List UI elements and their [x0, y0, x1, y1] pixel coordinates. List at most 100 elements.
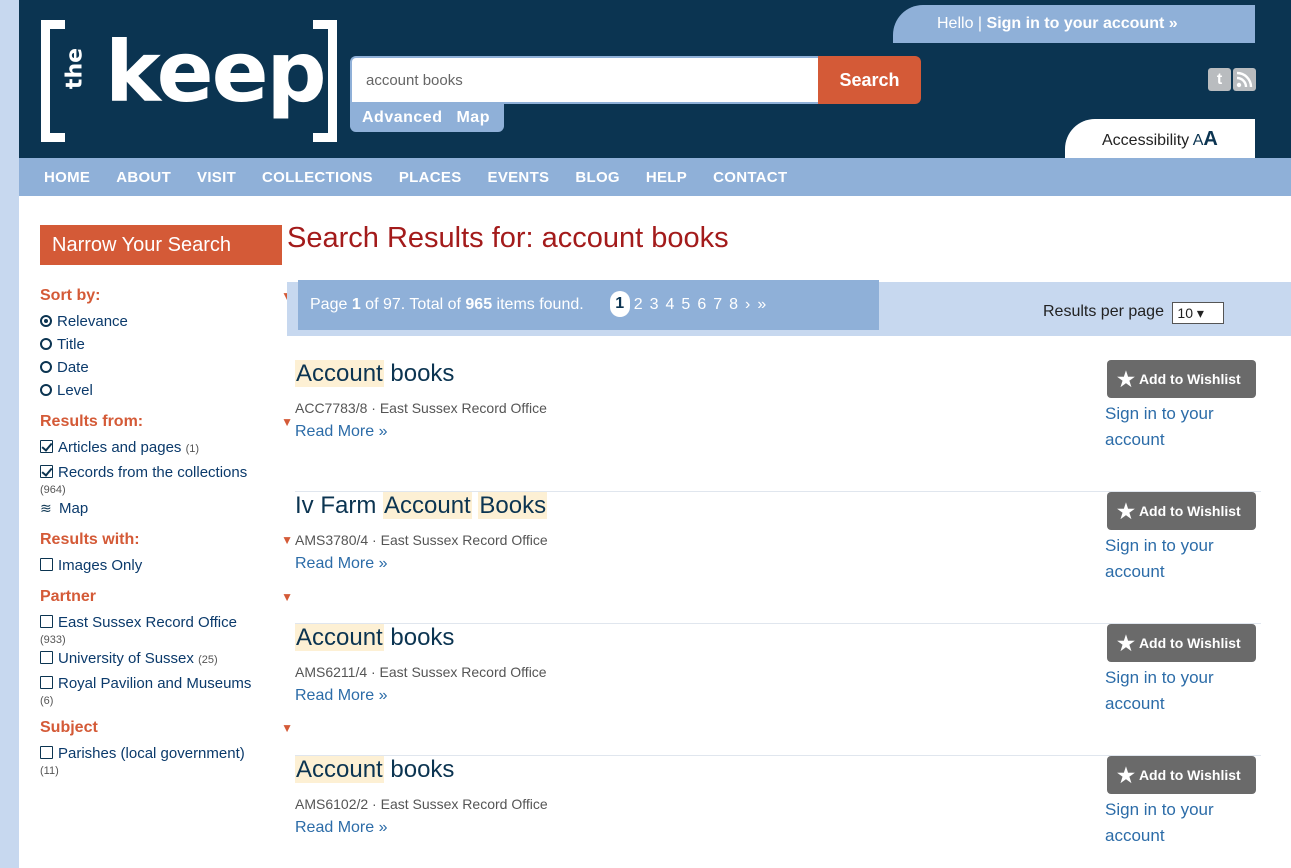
result-title[interactable]: Iv Farm Account Books [295, 492, 548, 520]
results-from-label: Results from: [40, 413, 144, 430]
option-label: Title [57, 336, 85, 353]
option-label: Royal Pavilion and Museums [58, 675, 252, 692]
radio-icon[interactable] [40, 361, 52, 373]
nav-home[interactable]: HOME [44, 169, 90, 186]
filter-map[interactable]: ≋ Map [40, 497, 285, 520]
title-highlight: Books [478, 492, 548, 519]
collapse-arrow-icon[interactable]: ▼ [281, 583, 293, 611]
read-more-link[interactable]: Read More » [295, 555, 388, 573]
sign-in-link[interactable]: Sign in to your account [1105, 401, 1255, 453]
logo-keep-text: keep [105, 23, 327, 121]
text-size-large[interactable]: A [1203, 128, 1217, 150]
read-more-link[interactable]: Read More » [295, 819, 388, 837]
filter-partner-east-sussex[interactable]: East Sussex Record Office (933) [40, 611, 285, 647]
filter-subject-parishes[interactable]: Parishes (local government) (11) [40, 742, 285, 778]
page-6-link[interactable]: 6 [697, 296, 706, 313]
nav-visit[interactable]: VISIT [197, 169, 236, 186]
subject-label: Subject [40, 719, 98, 736]
sort-option-title[interactable]: Title [40, 333, 285, 356]
accessibility-control: Accessibility AA [1065, 119, 1255, 158]
nav-events[interactable]: EVENTS [488, 169, 550, 186]
site-header: the keep Search Advanced Map Hello | Sig… [19, 0, 1291, 158]
page-current[interactable]: 1 [609, 291, 630, 317]
result-title[interactable]: Account books [295, 360, 454, 388]
option-label: Articles and pages [58, 439, 182, 456]
results-from-heading[interactable]: Results from: ▼ [40, 408, 293, 436]
pager-page: 1 [351, 296, 361, 313]
option-label: Records from the collections [58, 464, 248, 481]
add-to-wishlist-button[interactable]: ★ Add to Wishlist [1107, 492, 1256, 530]
layers-icon: ≋ [40, 500, 52, 516]
filter-partner-university-sussex[interactable]: University of Sussex (25) [40, 647, 285, 672]
nav-collections[interactable]: COLLECTIONS [262, 169, 373, 186]
checkbox-icon[interactable] [40, 615, 53, 628]
subject-heading[interactable]: Subject ▼ [40, 714, 293, 742]
page-3-link[interactable]: 3 [650, 296, 659, 313]
result-title[interactable]: Account books [295, 756, 454, 784]
nav-contact[interactable]: CONTACT [713, 169, 787, 186]
result-meta: AMS6211/4 · East Sussex Record Office [295, 664, 547, 680]
checkbox-icon[interactable] [40, 558, 53, 571]
filter-partner-royal-pavilion[interactable]: Royal Pavilion and Museums (6) [40, 672, 285, 708]
page-title: Search Results for: account books [287, 222, 729, 254]
option-count: (25) [198, 654, 218, 666]
the-keep-logo[interactable]: the keep [41, 20, 337, 142]
search-button[interactable]: Search [818, 56, 921, 104]
checkbox-icon[interactable] [40, 676, 53, 689]
radio-icon[interactable] [40, 384, 52, 396]
collapse-arrow-icon[interactable]: ▼ [281, 408, 293, 436]
sort-option-date[interactable]: Date [40, 356, 285, 379]
nav-places[interactable]: PLACES [399, 169, 462, 186]
result-item: Account books AMS6102/2 · East Sussex Re… [295, 756, 1261, 868]
sign-in-link[interactable]: Sign in to your account [1105, 533, 1255, 585]
nav-blog[interactable]: BLOG [575, 169, 620, 186]
add-to-wishlist-button[interactable]: ★ Add to Wishlist [1107, 624, 1256, 662]
filter-images-only[interactable]: Images Only [40, 554, 285, 577]
collapse-arrow-icon[interactable]: ▼ [281, 714, 293, 742]
read-more-link[interactable]: Read More » [295, 423, 388, 441]
collapse-arrow-icon[interactable]: ▼ [281, 526, 293, 554]
page-2-link[interactable]: 2 [634, 296, 643, 313]
rss-icon[interactable] [1233, 68, 1256, 91]
accessibility-label: Accessibility [1102, 132, 1190, 149]
star-icon: ★ [1117, 369, 1135, 391]
advanced-search-link[interactable]: Advanced [362, 109, 442, 127]
next-page-link[interactable]: › [745, 296, 750, 313]
checkbox-icon[interactable] [40, 651, 53, 664]
sign-in-account-link[interactable]: Sign in to your account » [987, 15, 1178, 32]
results-with-heading[interactable]: Results with: ▼ [40, 526, 293, 554]
radio-icon[interactable] [40, 315, 52, 327]
search-input[interactable] [350, 56, 818, 104]
sort-heading[interactable]: Sort by: ▼ [40, 282, 293, 310]
twitter-icon[interactable]: t [1208, 68, 1231, 91]
map-search-link[interactable]: Map [456, 109, 490, 127]
partner-heading[interactable]: Partner ▼ [40, 583, 293, 611]
title-text: books [383, 624, 455, 651]
nav-about[interactable]: ABOUT [116, 169, 171, 186]
add-to-wishlist-button[interactable]: ★ Add to Wishlist [1107, 756, 1256, 794]
checkbox-icon[interactable] [40, 746, 53, 759]
page-8-link[interactable]: 8 [729, 296, 738, 313]
page-4-link[interactable]: 4 [666, 296, 675, 313]
wishlist-label: Add to Wishlist [1138, 503, 1241, 519]
text-size-normal[interactable]: A [1193, 132, 1204, 149]
page-7-link[interactable]: 7 [713, 296, 722, 313]
filter-articles-pages[interactable]: Articles and pages (1) [40, 436, 285, 461]
sort-option-level[interactable]: Level [40, 379, 285, 402]
filter-records-collections[interactable]: Records from the collections (964) [40, 461, 285, 497]
radio-icon[interactable] [40, 338, 52, 350]
sort-option-relevance[interactable]: Relevance [40, 310, 285, 333]
last-page-link[interactable]: » [757, 296, 766, 313]
wishlist-label: Add to Wishlist [1138, 635, 1241, 651]
checkbox-icon[interactable] [40, 440, 53, 453]
sign-in-link[interactable]: Sign in to your account [1105, 665, 1255, 717]
main-nav: HOME ABOUT VISIT COLLECTIONS PLACES EVEN… [19, 158, 1291, 196]
read-more-link[interactable]: Read More » [295, 687, 388, 705]
add-to-wishlist-button[interactable]: ★ Add to Wishlist [1107, 360, 1256, 398]
sign-in-link[interactable]: Sign in to your account [1105, 797, 1255, 849]
page-5-link[interactable]: 5 [681, 296, 690, 313]
results-per-page-select[interactable]: 10 ▾ [1172, 302, 1225, 324]
nav-help[interactable]: HELP [646, 169, 687, 186]
result-title[interactable]: Account books [295, 624, 454, 652]
checkbox-icon[interactable] [40, 465, 53, 478]
